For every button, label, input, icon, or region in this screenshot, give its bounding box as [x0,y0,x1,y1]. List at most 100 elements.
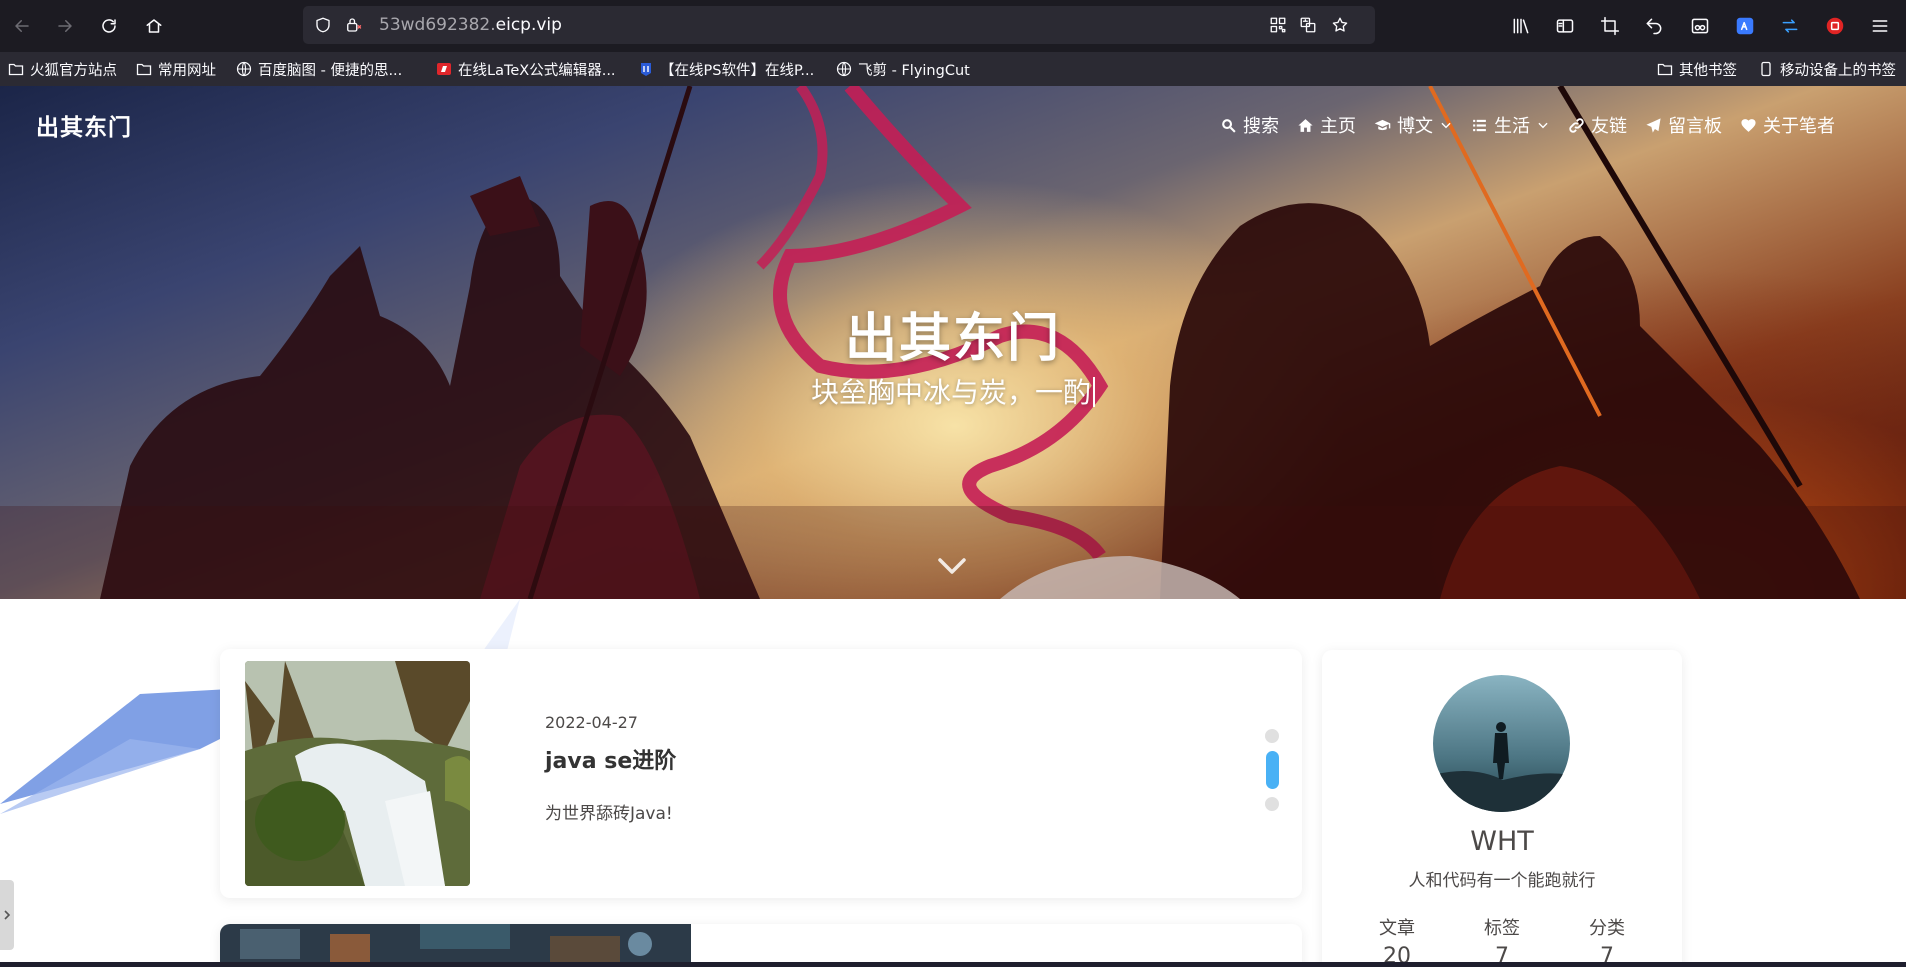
heart-icon [1741,118,1756,132]
sync-extension-button[interactable] [1776,12,1804,40]
post-thumbnail[interactable] [220,924,691,967]
bookmark-latex-editor[interactable]: 在线LaTeX公式编辑器... [436,58,616,80]
hero-title: 出其东门 [844,309,1061,369]
nav-label: 留言板 [1668,116,1722,137]
home-button[interactable] [138,10,170,42]
menu-button[interactable] [1866,12,1894,40]
author-bio: 人和代码有一个能跑就行 [1408,871,1596,891]
home-icon [1298,118,1313,132]
post-thumbnail[interactable] [245,661,470,886]
sidebar-button[interactable] [1551,12,1579,40]
chevron-down-icon [938,558,966,574]
stat-label: 文章 [1379,918,1415,939]
post-description: 为世界舔砖Java! [545,804,673,824]
translate-extension-button[interactable] [1731,12,1759,40]
waterfall-image [245,661,470,886]
sync-icon [1782,19,1798,33]
stat-categories[interactable]: 分类 7 [1557,914,1657,967]
nav-message-board[interactable]: 留言板 [1645,112,1722,138]
carousel-dot-active[interactable] [1265,751,1279,789]
home-icon [146,19,162,33]
browser-toolbar: 53wd692382.eicp.vip [0,0,1906,52]
typing-caret [1093,377,1095,407]
url-text[interactable]: 53wd692382.eicp.vip [379,15,562,35]
bookmark-label: 移动设备上的书签 [1780,62,1896,79]
back-button[interactable] [6,10,38,42]
nav-label: 友链 [1591,116,1627,137]
stat-label: 标签 [1484,918,1520,939]
site-brand[interactable]: 出其东门 [36,108,132,142]
bookmark-label: 常用网址 [158,62,216,79]
nav-life[interactable]: 生活 [1471,112,1550,138]
hero-subtitle-text: 块垒胸中冰与炭，一酌 [810,376,1091,409]
carousel-indicators [1264,729,1280,819]
undo-button[interactable] [1640,12,1668,40]
carousel-dot[interactable] [1265,729,1279,743]
extension-icon [1826,17,1844,35]
nav-label: 生活 [1494,116,1530,137]
nav-search[interactable]: 搜索 [1220,112,1279,138]
bookmark-label: 其他书签 [1679,62,1737,79]
library-button[interactable] [1507,12,1535,40]
reload-button[interactable] [93,10,125,42]
nav-about[interactable]: 关于笔者 [1740,112,1835,138]
bookmark-other[interactable]: 其他书签 [1657,58,1737,80]
chevron-down-icon [1441,122,1451,129]
forward-button[interactable] [49,10,81,42]
bookmarks-toolbar: 火狐官方站点 常用网址 百度脑图 - 便捷的思... 在线LaTeX公式编辑器.… [0,52,1906,86]
arrow-left-icon [15,20,29,32]
folder-icon [136,63,152,76]
side-panel-toggle[interactable] [0,880,14,950]
nav-label: 关于笔者 [1763,116,1835,137]
bookmark-baidu-naotu[interactable]: 百度脑图 - 便捷的思... [236,58,402,80]
bookmark-firefox-official[interactable]: 火狐官方站点 [8,58,117,80]
author-profile-card: WHT 人和代码有一个能跑就行 文章 20 标签 7 分类 7 [1322,650,1682,967]
library-icon [1513,18,1529,34]
post-card[interactable]: 2022-04-27 java se进阶 为世界舔砖Java! [220,649,1302,898]
post-card[interactable] [220,924,1302,967]
red-extension-button[interactable] [1821,12,1849,40]
scroll-down-button[interactable] [936,554,968,578]
ps-icon [641,63,651,76]
stat-articles[interactable]: 文章 20 [1347,914,1447,967]
bookmark-label: 飞剪 - FlyingCut [858,62,970,79]
bookmark-online-ps[interactable]: 【在线PS软件】在线P... [638,58,814,80]
translate-extension-icon [1736,17,1754,35]
post-title[interactable]: java se进阶 [545,743,676,775]
bookmark-label: 在线LaTeX公式编辑器... [458,62,616,79]
nav-label: 博文 [1397,116,1433,137]
bookmark-label: 百度脑图 - 便捷的思... [258,62,403,79]
hero-subtitle: 块垒胸中冰与炭，一酌 [0,371,1906,411]
translate-icon[interactable] [1298,15,1318,35]
bookmark-common-sites[interactable]: 常用网址 [136,58,216,80]
folder-icon [1657,63,1673,76]
bookmark-mobile[interactable]: 移动设备上的书签 [1758,58,1896,80]
nav-home[interactable]: 主页 [1297,112,1356,138]
bookmark-label: 火狐官方站点 [30,62,117,79]
stat-label: 分类 [1589,918,1625,939]
insecure-lock-icon[interactable] [343,15,363,35]
shield-icon[interactable] [313,15,333,35]
nav-blog[interactable]: 博文 [1374,112,1453,138]
link-icon [1569,117,1584,133]
carousel-dot[interactable] [1265,797,1279,811]
stat-tags[interactable]: 标签 7 [1452,914,1552,967]
url-bar[interactable]: 53wd692382.eicp.vip [303,6,1375,44]
reload-icon [102,19,116,33]
bookmark-label: 【在线PS软件】在线P... [660,62,815,79]
graduation-cap-icon [1374,119,1391,130]
author-name: WHT [1470,826,1534,857]
qr-code-icon[interactable] [1268,15,1288,35]
bookmark-star-icon[interactable] [1330,15,1350,35]
reader-extension-button[interactable] [1686,12,1714,40]
search-icon [1222,118,1236,133]
crop-icon [1600,16,1620,36]
nav-label: 搜索 [1243,116,1279,137]
crop-button[interactable] [1596,12,1624,40]
bottom-edge [0,962,1906,967]
folder-icon [8,63,24,76]
avatar[interactable] [1433,675,1570,812]
nav-friend-links[interactable]: 友链 [1568,112,1627,138]
bookmark-flyingcut[interactable]: 飞剪 - FlyingCut [836,58,970,80]
globe-icon [236,61,252,77]
